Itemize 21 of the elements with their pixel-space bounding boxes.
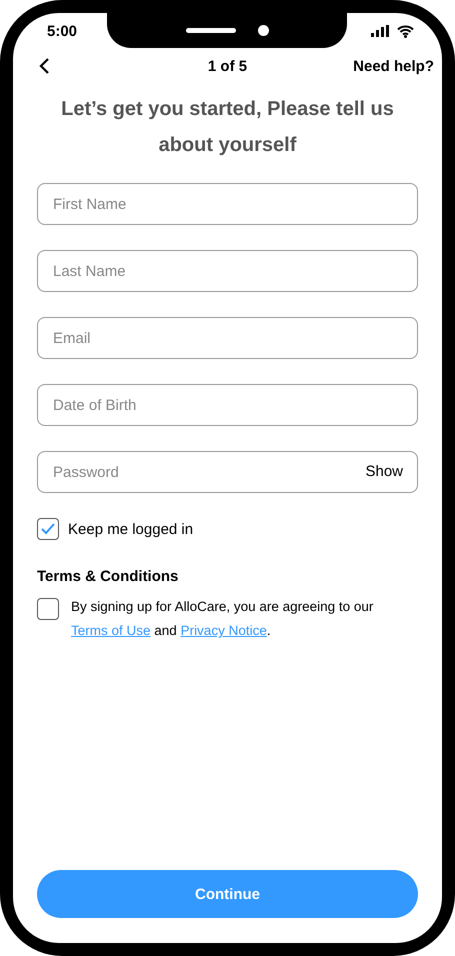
continue-button[interactable]: Continue — [37, 870, 418, 918]
section-heading: Terms & Conditions — [37, 568, 180, 585]
input-field[interactable]: Last Name — [37, 250, 418, 292]
signal-icon — [371, 25, 391, 37]
step-indicator: 1 of 5 — [208, 58, 248, 74]
page-title: Let’s get you started, Please tell us about yourself — [60, 97, 395, 158]
input-field[interactable]: Email — [37, 317, 418, 359]
terms-link[interactable]: Privacy Notice — [180, 623, 267, 638]
check-icon — [41, 523, 55, 535]
back-button[interactable] — [37, 56, 51, 76]
help-link[interactable]: Need help? — [353, 58, 434, 74]
terms-text: By signing up for AlloCare, you are agreeing to our Terms of Use and Privacy Notice. — [71, 598, 374, 640]
input-field[interactable]: Date of Birth — [37, 384, 418, 426]
checkbox-label: Keep me logged in — [68, 520, 194, 538]
input-field[interactable]: First Name — [37, 183, 418, 225]
checkbox[interactable] — [37, 598, 59, 620]
terms-link[interactable]: Terms of Use — [71, 623, 151, 638]
checkbox[interactable] — [37, 518, 59, 540]
show-password-button[interactable]: Show — [365, 463, 403, 480]
status-time: 5:00 — [47, 22, 78, 40]
wifi-icon — [397, 24, 414, 38]
